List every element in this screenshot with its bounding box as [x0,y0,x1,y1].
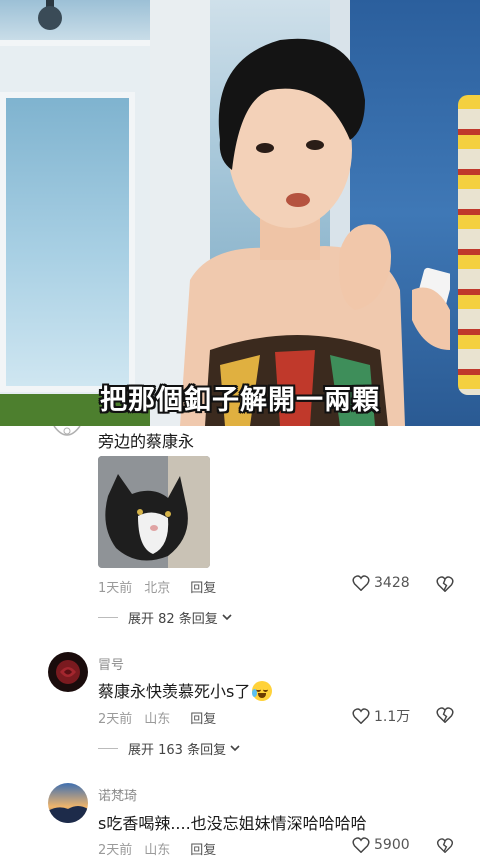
comment-text: 旁边的蔡康永 [98,432,195,451]
avatar[interactable] [48,652,88,692]
expand-replies-button[interactable]: 展开 163 条回复 [98,739,240,758]
studio-window [0,92,135,392]
broken-heart-icon[interactable] [436,707,454,723]
comment-time: 1天前 [98,581,133,596]
divider [98,748,118,749]
avatar[interactable] [48,783,88,823]
divider [98,617,118,618]
comment-author[interactable]: 冒号 [98,654,124,673]
video-host-figure [180,38,450,426]
comment-meta: 1天前 北京 回复 [98,577,228,596]
comment-meta: 2天前 山东 回复 [98,708,228,727]
expand-replies-button[interactable]: 展开 82 条回复 [98,608,232,627]
comment-text: 蔡康永快羡慕死小s了 [98,678,273,702]
chevron-down-icon [230,745,240,752]
like-count: 5900 [374,837,410,853]
cat-photo [98,456,210,568]
heart-icon [352,708,370,724]
comment-meta: 2天前 山东 回复 [98,839,228,858]
comment-image[interactable] [98,456,210,568]
comment-time: 2天前 [98,843,133,858]
reply-button[interactable]: 回复 [190,843,216,858]
comment-location: 山东 [144,843,171,858]
comment-location: 北京 [144,581,171,596]
like-count: 3428 [374,575,410,591]
studio-decoration [458,95,480,395]
comment-time: 2天前 [98,712,133,727]
chevron-down-icon [222,614,232,621]
crying-laughing-emoji [252,681,273,701]
broken-heart-icon[interactable] [436,838,454,853]
like-button[interactable]: 5900 [352,837,410,853]
reply-button[interactable]: 回复 [190,581,216,596]
landscape-avatar-image [48,783,88,823]
like-button[interactable]: 1.1万 [352,706,410,726]
heart-icon [352,575,370,591]
comment-author[interactable]: 诺梵琦 [98,785,137,804]
like-button[interactable]: 3428 [352,575,410,591]
like-count: 1.1万 [374,709,411,725]
comment-location: 山东 [144,712,171,727]
reply-button[interactable]: 回复 [190,712,216,727]
comment-text: s吃香喝辣....也没忘姐妹情深哈哈哈哈 [98,814,367,833]
video-player[interactable]: 把那個釦子解開一兩顆 [0,0,480,426]
broken-heart-icon[interactable] [436,576,454,592]
studio-window-top [0,0,150,46]
avatar[interactable] [52,426,82,440]
expand-replies-label: 展开 163 条回复 [128,743,227,758]
expand-replies-label: 展开 82 条回复 [128,612,218,627]
comment-text-body: 蔡康永快羡慕死小s了 [98,682,251,701]
rose-avatar-image [48,652,88,692]
video-subtitle: 把那個釦子解開一兩顆 [100,385,380,416]
comment-item: 旁边的蔡康永 [0,426,480,636]
heart-icon [352,837,370,853]
